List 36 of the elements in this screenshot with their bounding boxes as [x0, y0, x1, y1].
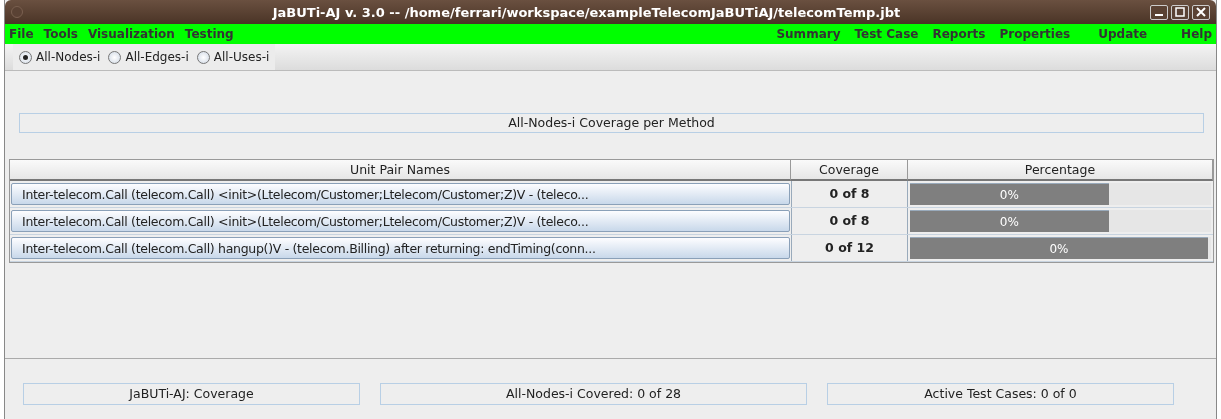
close-button[interactable]	[1192, 4, 1210, 20]
status-field: All-Nodes-i Covered: 0 of 28	[380, 383, 807, 405]
close-icon	[1196, 7, 1206, 17]
coverage-cell: 0 of 12	[791, 235, 908, 261]
menu-item[interactable]: Visualization	[87, 27, 175, 41]
menu-item[interactable]: Update	[1098, 27, 1148, 41]
coverage-heading: All-Nodes-i Coverage per Method	[19, 113, 1204, 133]
status-field: Active Test Cases: 0 of 0	[827, 383, 1174, 405]
status-field: JaBUTi-AJ: Coverage	[23, 383, 360, 405]
criterion-radio[interactable]: All-Nodes-i	[19, 50, 101, 64]
menu-item[interactable]: Test Case	[854, 27, 919, 41]
maximize-button[interactable]	[1171, 4, 1189, 20]
column-header[interactable]: Unit Pair Names	[10, 160, 791, 181]
menu-item[interactable]: File	[9, 27, 34, 41]
column-header[interactable]: Percentage	[908, 160, 1213, 181]
menu-item[interactable]: Tools	[43, 27, 78, 41]
percentage-bar: 0%	[910, 210, 1109, 232]
menu-item[interactable]: Properties	[999, 27, 1071, 41]
menu-item[interactable]: Help	[1181, 27, 1212, 41]
menu-item[interactable]: Summary	[776, 27, 841, 41]
unit-name-cell[interactable]: Inter-telecom.Call (telecom.Call) <init>(Ltelecom/Customer;Ltelecom/Customer;Z)V - (teleco...	[11, 210, 790, 232]
unit-name-cell[interactable]: Inter-telecom.Call (telecom.Call) <init>(Ltelecom/Customer;Ltelecom/Customer;Z)V - (teleco...	[11, 183, 790, 205]
percentage-bar: 0%	[910, 183, 1109, 205]
coverage-cell: 0 of 8	[791, 208, 908, 234]
minimize-button[interactable]	[1150, 4, 1168, 20]
maximize-icon	[1175, 7, 1185, 17]
percentage-bar: 0%	[910, 237, 1208, 259]
minimize-icon	[1155, 14, 1163, 16]
coverage-cell: 0 of 8	[791, 181, 908, 207]
menu-item[interactable]: Reports	[932, 27, 986, 41]
window-title: JaBUTi-AJ v. 3.0 -- /home/ferrari/workspace/exampleTelecomJaBUTiAJ/telecomTemp.jbt	[271, 4, 902, 20]
menu-item[interactable]: Testing	[184, 27, 234, 41]
criterion-radio[interactable]: All-Uses-i	[196, 50, 270, 64]
column-header[interactable]: Coverage	[791, 160, 908, 181]
criterion-radio[interactable]: All-Edges-i	[108, 50, 189, 64]
unit-name-cell[interactable]: Inter-telecom.Call (telecom.Call) hangup()V - (telecom.Billing) after returning: endTiming(conn...	[11, 237, 790, 259]
